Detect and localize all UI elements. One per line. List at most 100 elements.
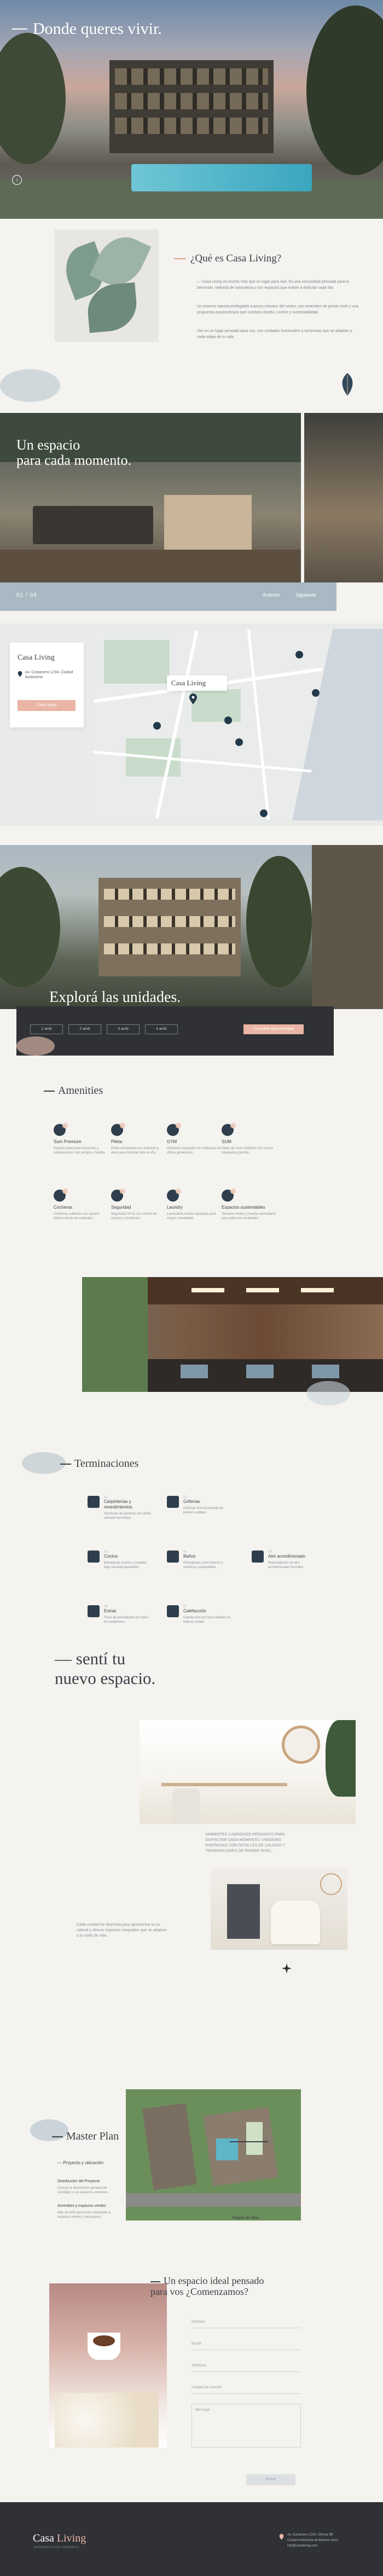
amenity-item: Seguridad Seguridad 24 hs con control de… (111, 1188, 166, 1221)
master-plan-image (126, 2089, 301, 2221)
sum-icon (222, 1123, 236, 1136)
building-exterior-image (0, 845, 383, 1009)
unidades-title: Explorá las unidades. (49, 989, 181, 1006)
coffee-image (49, 2283, 167, 2447)
scroll-down-icon[interactable]: ↓ (12, 175, 22, 185)
watercolor-decoration (0, 369, 60, 402)
star-icon (282, 1963, 292, 1973)
pool-icon (111, 1123, 125, 1136)
map-marker-icon[interactable] (295, 651, 303, 658)
security-icon (111, 1188, 125, 1202)
finish-item: 03 Cocina Mesada de cuarzo y muebles bajo … (88, 1551, 153, 1570)
watercolor-decoration (306, 1381, 350, 1406)
pool-illustration (131, 164, 312, 191)
amenities-title: Amenities (44, 1085, 103, 1097)
master-link-stages-divider (230, 2141, 268, 2142)
tab-3-amb[interactable]: 3 amb (107, 1024, 140, 1034)
hero-title: Donde queres vivir. (12, 20, 162, 38)
heating-icon (167, 1605, 179, 1617)
footer-email-link[interactable]: info@casaliving.com (287, 2543, 338, 2549)
master-link-location[interactable]: — Proyecto y ubicación (57, 2160, 103, 2165)
footer-logo[interactable]: Casa Living (33, 2532, 86, 2545)
terminaciones-title: Terminaciones (60, 1458, 138, 1470)
finish-item: 04 Baños Porcelanato símil mármol y vanito… (167, 1551, 233, 1570)
building-side-image (304, 413, 383, 582)
footer-tagline: DESARROLLOS URBANOS (34, 2546, 79, 2549)
availability-button[interactable]: Consultar disponibilidad (243, 1024, 304, 1034)
watercolor-decoration (16, 1036, 55, 1056)
tab-2-amb[interactable]: 2 amb (68, 1024, 101, 1034)
name-field[interactable]: Nombre (192, 2316, 301, 2328)
location-pin-icon (189, 693, 198, 704)
car-icon (54, 1188, 68, 1202)
amenity-item: GYM Gimnasio equipado con máquinas de úl… (167, 1123, 222, 1155)
master-desc-1: Conocé la distribución general del compl… (57, 2187, 108, 2194)
prev-button[interactable]: Anterior (263, 592, 280, 598)
footer: Casa Living DESARROLLOS URBANOS Av. Cost… (0, 2502, 383, 2576)
master-link-distribution[interactable]: Distribución del Proyecto (57, 2179, 100, 2183)
plant-image (55, 228, 159, 342)
page: Donde queres vivir. ↓ ¿Qué es Casa Livin… (0, 0, 383, 2576)
amenity-item: Laundry Lavandería común equipada para m… (167, 1188, 222, 1221)
laundry-icon (167, 1188, 181, 1202)
window-icon (88, 1496, 100, 1508)
finish-item: 01 Carpinterías y revestimientos Aberturas… (88, 1496, 153, 1520)
map-info-card: Casa Living Av. Costanera 1234, Ciudad A… (10, 643, 84, 727)
directions-button[interactable]: Cómo llegar (18, 700, 76, 711)
email-field[interactable]: Email (192, 2338, 301, 2350)
phone-field[interactable]: Teléfono (192, 2360, 301, 2372)
location-map[interactable] (93, 629, 383, 820)
lounge-icon (54, 1123, 68, 1136)
amenity-item: Pileta Pileta climatizada con solarium y… (111, 1123, 166, 1155)
map-marker-icon[interactable] (235, 738, 243, 746)
map-location-label: Casa Living (167, 675, 227, 691)
next-button[interactable]: Siguiente (295, 592, 316, 598)
que-es-title: ¿Qué es Casa Living? (174, 253, 281, 265)
location-pin-icon (279, 2533, 284, 2540)
map-card-logo: Casa Living (18, 654, 55, 662)
location-pin-icon (18, 670, 22, 677)
map-marker-icon[interactable] (153, 722, 161, 730)
master-desc-2: Más de 60% del terreno destinado a espac… (57, 2211, 111, 2219)
map-marker-icon[interactable] (224, 716, 232, 724)
leaf-icon (336, 372, 358, 397)
watercolor-decoration (22, 1452, 66, 1474)
footer-contact-info: Av. Costanera 1234, Oficina 3B Ciudad Au… (287, 2533, 339, 2549)
tab-4-amb[interactable]: 4 amb (145, 1024, 178, 1034)
amenity-item: Cocheras Cocheras cubiertas con acceso d… (54, 1188, 108, 1221)
map-marker-icon[interactable] (312, 689, 320, 697)
finish-item: 07 Calefacción Calefacción por losa radian… (167, 1605, 233, 1624)
bath-icon (167, 1551, 179, 1563)
gallery-counter: 01 / 04 (16, 592, 37, 598)
master-plan-title: Master Plan (52, 2130, 119, 2143)
finish-item: 06 Extras Pisos de porcelanato en todos lo… (88, 1605, 153, 1624)
armchair-image (211, 1868, 347, 1950)
espacio-title: Un espacio para cada momento. (16, 437, 132, 468)
master-link-amenities[interactable]: Amenities y espacios verdes (57, 2204, 106, 2208)
master-link-stages[interactable]: Etapas de obra (233, 2216, 258, 2220)
senti-text-1: AMBIENTES LUMINOSOS PENSADOS PARA DISFRU… (205, 1833, 285, 1853)
finish-item: 05 Aire acondicionado Preinstalación de ai… (252, 1551, 317, 1570)
ac-icon (252, 1551, 264, 1563)
map-marker-icon[interactable] (260, 809, 268, 817)
gym-icon (167, 1123, 181, 1136)
faucet-icon (167, 1496, 179, 1508)
amenity-item: Espacios sustentables Terrazas verdes y … (222, 1188, 276, 1221)
que-es-paragraph-3: Viví en un lugar pensado para vos, con u… (197, 329, 352, 339)
yoga-room-image (82, 1277, 383, 1392)
que-es-paragraph-2: Un entorno natural privilegiado a pocos … (197, 305, 358, 314)
message-field[interactable]: Mensaje (192, 2404, 301, 2447)
extras-icon (88, 1605, 100, 1617)
interior-desk-image (140, 1720, 356, 1824)
gallery-nav-bar: 01 / 04 Anterior Siguiente (0, 582, 336, 611)
unit-select[interactable]: Unidad de interés (192, 2382, 301, 2394)
send-button[interactable]: Enviar (246, 2474, 295, 2485)
map-card-address: Av. Costanera 1234, Ciudad Autónoma (25, 671, 73, 679)
tab-1-amb[interactable]: 1 amb (30, 1024, 63, 1034)
que-es-paragraph-1: — Casa Living es mucho más que un lugar … (197, 280, 350, 290)
plant-icon (222, 1188, 236, 1202)
contact-title: Un espacio ideal pensado para vos ¿Comen… (150, 2275, 264, 2297)
amenity-item: SUM Salón de usos múltiples con cocina i… (222, 1123, 276, 1155)
building-illustration (109, 60, 274, 153)
senti-text-2: Cada unidad fue diseñada para aprovechar… (77, 1923, 167, 1938)
